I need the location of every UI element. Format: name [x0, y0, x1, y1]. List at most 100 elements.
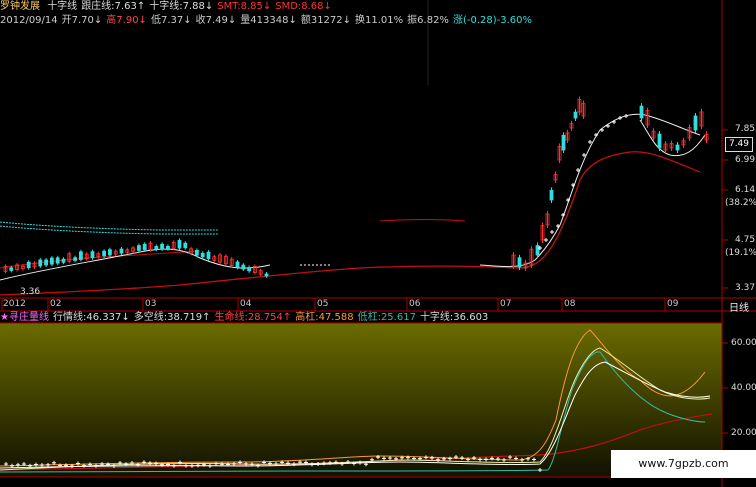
header-value-4: SMD:8.68↓ [275, 1, 332, 12]
candle [44, 258, 48, 267]
candle [241, 263, 246, 272]
candle [212, 254, 217, 263]
candle [639, 103, 644, 121]
candle [645, 107, 650, 128]
quote-field-7: 换11.01% [355, 15, 404, 26]
sub-indicator-value-3: 生命线:28.754↑ [214, 312, 292, 323]
candle [557, 143, 562, 163]
header-value-3: SMT:8.85↓ [217, 1, 272, 12]
header-value-0: 十字线 [47, 1, 78, 12]
candle [79, 249, 83, 262]
candle [125, 247, 130, 255]
candle [73, 255, 77, 263]
sub-axis-label-20: 20.00 [731, 428, 756, 438]
upper-band-mid [379, 219, 466, 222]
x-label-2012: 2012 [3, 299, 26, 309]
candle [38, 257, 43, 268]
candle [577, 96, 582, 115]
axis-label-4-75: 4.75 [735, 235, 756, 245]
low-price-label: 3.36 [20, 287, 41, 297]
candle [67, 251, 72, 264]
candle [573, 109, 578, 121]
x-label-08: 08 [564, 299, 576, 309]
candle [264, 271, 269, 278]
sub-indicator-value-5: 低杠:25.617 [357, 312, 416, 323]
candle [247, 265, 252, 273]
x-label-03: 03 [145, 299, 157, 309]
candle [663, 140, 668, 153]
sub-axis-label-60: 60.00 [731, 338, 756, 348]
sub-indicator-value-6: 十字线:36.603 [419, 312, 489, 323]
candle [540, 222, 545, 243]
x-label-09: 09 [667, 299, 679, 309]
life-line [0, 151, 701, 296]
candle [565, 129, 570, 143]
header-value-2: 十字线:7.88↓ [149, 1, 214, 12]
candle [693, 113, 698, 133]
header-line-2: 2012/09/14 开7.70↓ 高7.90↓ 低7.37↓ 收7.49↓ 量41334… [0, 15, 532, 27]
sub-indicator-value-1: 行情线:46.337↓ [52, 312, 130, 323]
quote-field-6: 额31272↓ [300, 15, 352, 26]
sub-axis-label-40: 40.00 [731, 383, 756, 393]
cross-mark [550, 230, 554, 234]
right-axis-ticks [722, 129, 728, 434]
candle [229, 257, 234, 268]
candle [687, 124, 692, 141]
cyan-follow-line [0, 221, 218, 231]
candle [549, 187, 554, 203]
header-line-1: 罗钟发展 十字线 跟庄线:7.63↑ 十字线:7.88↓ SMT:8.85↓ SMD:8… [0, 1, 332, 13]
candle [206, 250, 211, 261]
stock-chart-canvas[interactable] [0, 0, 756, 487]
quote-field-3: 低7.37↓ [150, 15, 192, 26]
candle [699, 108, 704, 129]
cross-mark [556, 224, 560, 228]
candle [218, 252, 223, 265]
period-daily-button[interactable]: 日线 [729, 299, 749, 314]
candle [569, 120, 574, 131]
candle [651, 128, 656, 141]
quote-field-4: 收7.49↓ [195, 15, 237, 26]
candle [675, 142, 680, 153]
axis-label-38-2: (38.2%) [725, 198, 756, 208]
quote-field-1: 开7.70↓ [61, 15, 103, 26]
candle [32, 261, 37, 269]
candle [84, 252, 89, 261]
cyan-follow-line-2 [0, 225, 218, 235]
candles-left-segment [3, 238, 269, 278]
x-label-06: 06 [409, 299, 421, 309]
sub-indicator-value-0: ★寻庄量线 [0, 312, 49, 323]
candle [223, 254, 228, 266]
candle [3, 264, 8, 274]
candle [704, 131, 709, 143]
follow-line-right [479, 113, 701, 268]
candle [183, 241, 188, 250]
indicator-name[interactable]: 罗钟发展 [0, 1, 40, 12]
candle [258, 268, 263, 277]
candle [154, 244, 159, 252]
axis-label-3-37: 3.37 [735, 283, 756, 293]
quote-field-8: 振6.82% [407, 15, 449, 26]
candle [657, 131, 662, 151]
cross-line-main [538, 114, 628, 250]
axis-label-6-99: 6.99 [735, 155, 756, 165]
candle [26, 260, 31, 270]
cross-mark [624, 114, 628, 118]
candle [108, 247, 112, 257]
candle [553, 171, 558, 183]
candle [681, 137, 686, 148]
sub-indicator-value-2: 多空线:38.719↑ [133, 312, 211, 323]
candle [545, 210, 550, 228]
candle [581, 100, 586, 119]
candle [142, 242, 147, 252]
quote-field-9: 涨(-0.28)-3.60% [452, 15, 533, 26]
watermark: www.7gpzb.com [611, 450, 756, 478]
sub-indicator-header: ★寻庄量线 行情线:46.337↓ 多空线:38.719↑ 生命线:28.754↑ 高杠… [0, 312, 488, 324]
x-label-02: 02 [50, 299, 62, 309]
cross-mark [612, 120, 616, 124]
sub-indicator-value-4: 高杠:47.588 [295, 312, 354, 323]
axis-label-19-1: (19.1%) [725, 248, 756, 258]
quote-field-5: 量413348↓ [240, 15, 297, 26]
candle [113, 249, 118, 257]
axis-label-7-85: 7.85 [735, 124, 756, 134]
candle [55, 255, 60, 266]
